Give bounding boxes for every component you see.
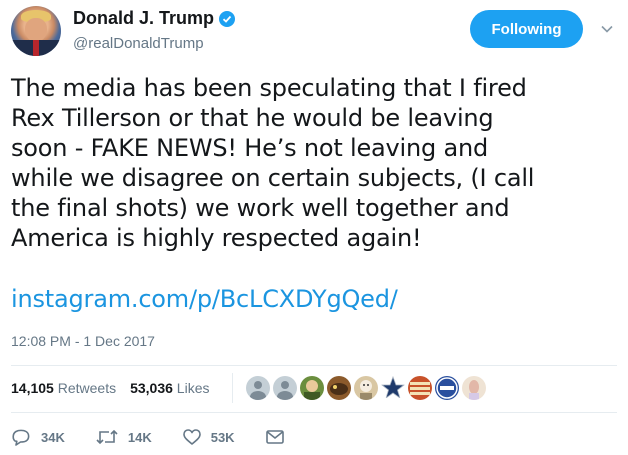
heart-icon	[182, 429, 201, 445]
liker-avatar[interactable]	[327, 376, 351, 400]
tweet-stats: 14,105 Retweets 53,036 Likes	[11, 380, 209, 396]
likes-label: Likes	[176, 380, 210, 396]
divider	[11, 365, 617, 366]
star-avatar[interactable]	[381, 376, 405, 400]
liker-avatar[interactable]	[435, 376, 459, 400]
retweets-count: 14,105	[11, 380, 54, 396]
divider	[11, 412, 617, 413]
user-name[interactable]: Donald J. Trump	[73, 8, 236, 29]
tweet-link[interactable]: instagram.com/p/BcLCXDYgQed/	[11, 284, 398, 314]
avatar-face	[25, 18, 47, 42]
chevron-down-icon[interactable]	[600, 22, 614, 36]
liker-avatar[interactable]	[246, 376, 270, 400]
retweets-label: Retweets	[57, 380, 117, 396]
direct-message-button[interactable]	[265, 430, 284, 444]
tweet-text: The media has been speculating that I fi…	[11, 74, 535, 252]
retweet-icon	[96, 429, 118, 445]
avatar[interactable]	[11, 6, 61, 56]
retweet-button[interactable]: 14K	[96, 429, 152, 445]
liker-avatar[interactable]	[300, 376, 324, 400]
liker-avatar[interactable]	[354, 376, 378, 400]
retweet-count: 14K	[127, 429, 152, 445]
stats-separator	[232, 373, 233, 403]
like-button[interactable]: 53K	[182, 429, 235, 445]
like-count: 53K	[210, 429, 235, 445]
verified-icon	[219, 10, 236, 27]
liker-avatar[interactable]	[273, 376, 297, 400]
liker-avatar[interactable]	[408, 376, 432, 400]
liker-avatars	[246, 376, 486, 400]
following-button[interactable]: Following	[470, 10, 583, 48]
avatar-tie	[33, 40, 39, 56]
likes-stat[interactable]: 53,036 Likes	[130, 380, 209, 396]
liker-avatar[interactable]	[462, 376, 486, 400]
tweet-card: Donald J. Trump @realDonaldTrump Followi…	[0, 0, 628, 455]
reply-icon	[12, 429, 30, 446]
user-name-text[interactable]: Donald J. Trump	[73, 8, 214, 29]
user-handle[interactable]: @realDonaldTrump	[73, 35, 204, 52]
reply-count: 34K	[41, 429, 65, 445]
tweet-actions: 34K 14K 53K	[11, 428, 315, 446]
likes-count: 53,036	[130, 380, 173, 396]
retweets-stat[interactable]: 14,105 Retweets	[11, 380, 116, 396]
envelope-icon	[265, 430, 284, 444]
tweet-timestamp[interactable]: 12:08 PM - 1 Dec 2017	[11, 333, 155, 349]
reply-button[interactable]: 34K	[11, 428, 65, 446]
